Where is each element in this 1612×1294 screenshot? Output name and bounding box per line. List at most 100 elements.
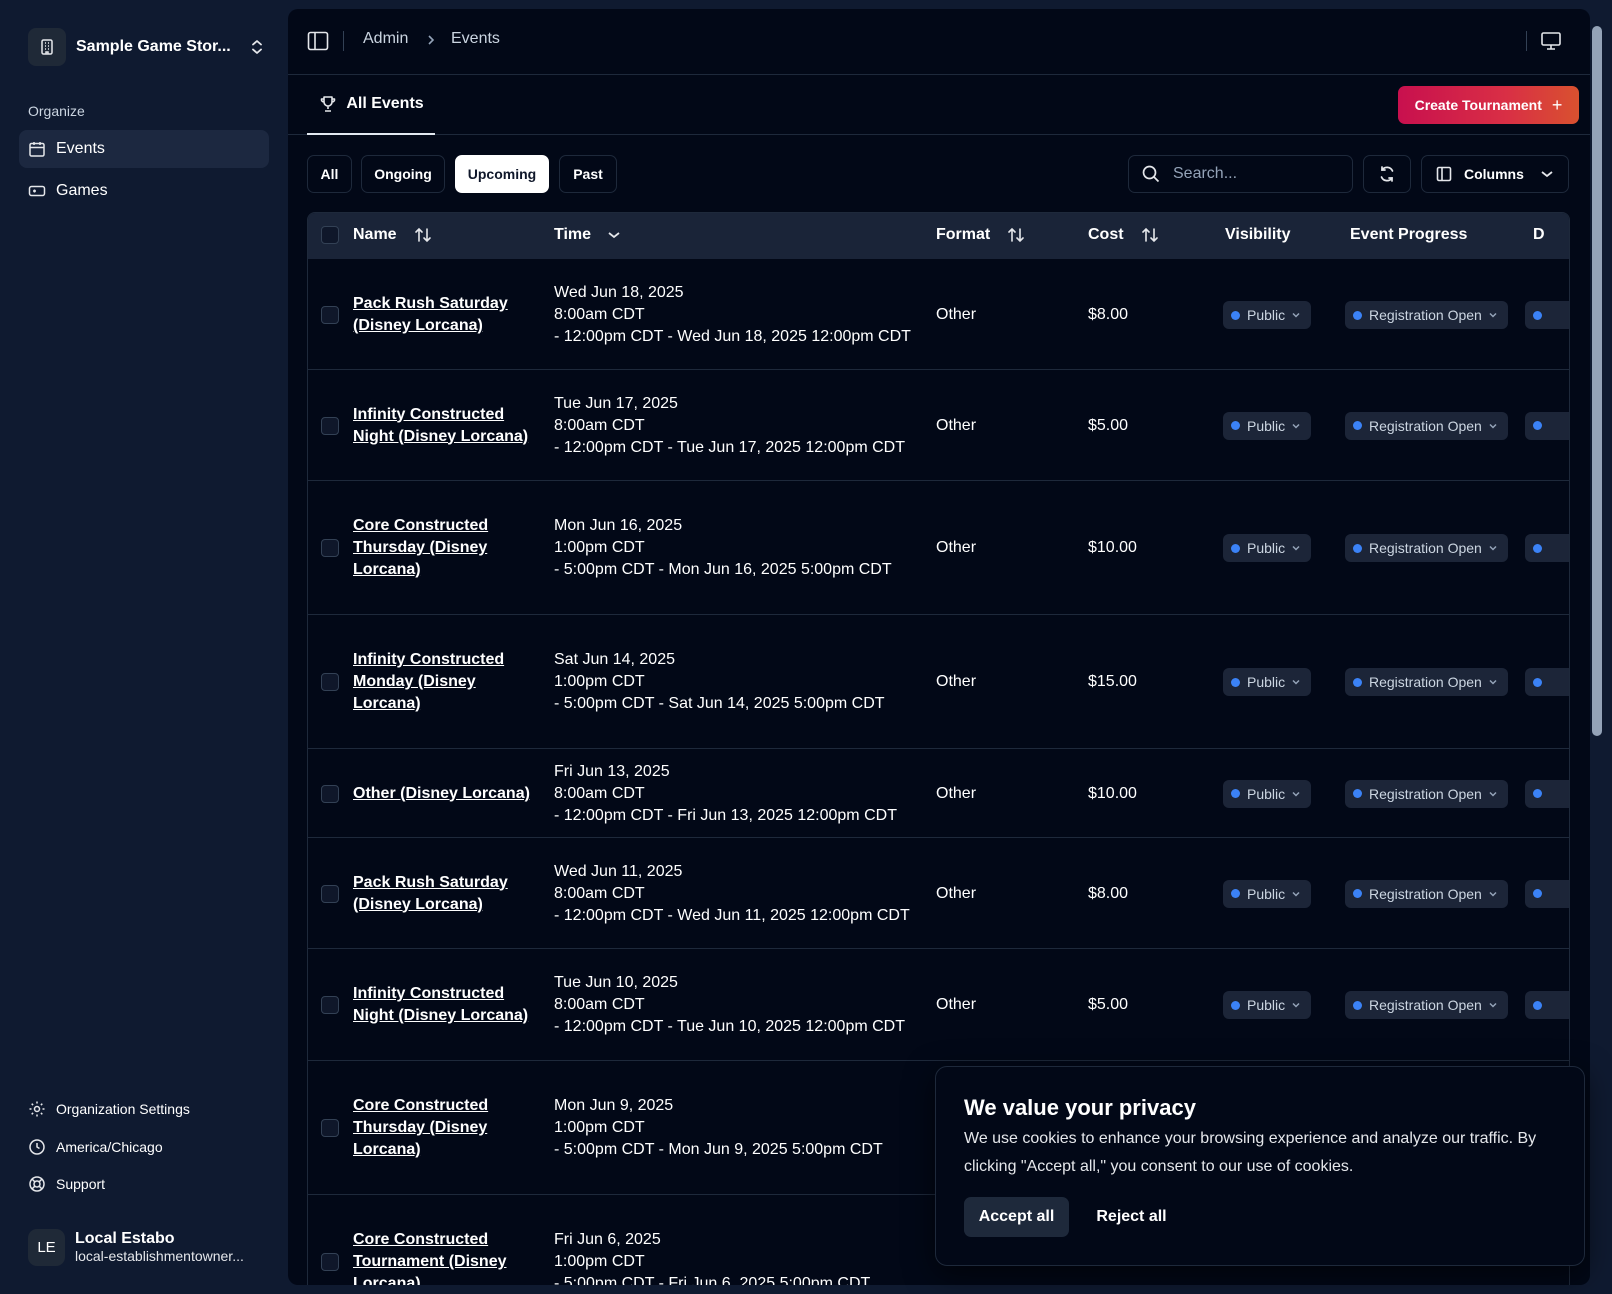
row-checkbox[interactable]	[321, 1119, 339, 1137]
visibility-dropdown[interactable]: Public	[1223, 991, 1311, 1019]
event-progress-dropdown[interactable]: Registration Open	[1345, 991, 1508, 1019]
visibility-dropdown-label: Public	[1247, 417, 1286, 434]
event-time: Tue Jun 17, 2025 8:00am CDT - 12:00pm CDT …	[554, 393, 924, 459]
status-dot-icon	[1533, 677, 1542, 687]
event-time: Sat Jun 14, 2025 1:00pm CDT - 5:00pm CDT -…	[554, 649, 924, 715]
table-row: Pack Rush Saturday (Disney Lorcana) Wed J…	[308, 838, 1569, 949]
chevron-down-icon	[1291, 790, 1301, 798]
event-name-link[interactable]: Pack Rush Saturday (Disney Lorcana)	[353, 293, 533, 337]
row-checkbox[interactable]	[321, 306, 339, 324]
status-dot-icon	[1231, 789, 1240, 798]
sidebar: Sample Game Stor... Organize Events Game…	[0, 0, 288, 1294]
visibility-dropdown[interactable]: Public	[1223, 411, 1311, 440]
event-time-line: Mon Jun 16, 2025	[554, 517, 683, 534]
truncated-column-pill[interactable]	[1525, 411, 1569, 440]
scrollbar-thumb[interactable]	[1592, 26, 1602, 736]
event-progress-dropdown-label: Registration Open	[1369, 785, 1482, 802]
user-email: local-establishmentowner...	[75, 1248, 244, 1264]
event-name-link[interactable]: Infinity Constructed Night (Disney Lorca…	[353, 404, 533, 448]
truncated-column-pill[interactable]	[1525, 991, 1569, 1019]
status-dot-icon	[1533, 889, 1542, 898]
event-cost: $8.00	[1088, 884, 1129, 902]
reject-all-button[interactable]: Reject all	[1079, 1197, 1184, 1237]
event-time-line: 8:00am CDT	[554, 784, 645, 802]
sidebar-link-label: America/Chicago	[56, 1139, 163, 1155]
truncated-column-pill[interactable]	[1525, 534, 1569, 562]
filter-upcoming-button[interactable]: Upcoming	[455, 155, 549, 193]
column-header-label: Time	[554, 226, 592, 243]
user-name: Local Estabo	[75, 1230, 175, 1247]
event-format: Other	[936, 416, 977, 434]
event-time-line: Fri Jun 6, 2025	[554, 1231, 661, 1248]
row-checkbox[interactable]	[321, 1253, 339, 1271]
column-header-time[interactable]: Time	[554, 226, 621, 244]
top-bar: Admin Events	[288, 9, 1590, 75]
event-time-line: - 12:00pm CDT - Wed Jun 18, 2025 12:00pm…	[554, 328, 911, 345]
event-time-line: 1:00pm CDT	[554, 539, 645, 556]
row-checkbox[interactable]	[321, 996, 339, 1014]
event-cost: $10.00	[1088, 539, 1137, 556]
user-menu[interactable]: LE Local Estabo local-establishmentowner…	[28, 1227, 268, 1267]
visibility-dropdown[interactable]: Public	[1223, 534, 1311, 562]
event-progress-dropdown[interactable]: Registration Open	[1345, 779, 1508, 808]
row-checkbox[interactable]	[321, 673, 339, 691]
event-time-line: - 12:00pm CDT - Tue Jun 17, 2025 12:00pm…	[554, 438, 905, 456]
truncated-column-pill[interactable]	[1525, 301, 1569, 329]
chevron-down-icon	[1291, 311, 1301, 319]
filter-all-button[interactable]: All	[307, 155, 352, 193]
event-name-link[interactable]: Core Constructed Tournament (Disney Lorc…	[353, 1229, 533, 1285]
row-checkbox[interactable]	[321, 539, 339, 557]
truncated-column-pill[interactable]	[1525, 879, 1569, 908]
event-progress-dropdown[interactable]: Registration Open	[1345, 411, 1508, 440]
search-box	[1128, 155, 1353, 193]
create-tournament-button[interactable]: Create Tournament +	[1398, 86, 1579, 124]
sidebar-toggle-icon[interactable]	[307, 31, 329, 51]
filter-ongoing-button[interactable]: Ongoing	[361, 155, 445, 193]
event-name-link[interactable]: Infinity Constructed Monday (Disney Lorc…	[353, 649, 533, 715]
visibility-dropdown[interactable]: Public	[1223, 668, 1311, 696]
event-name-link[interactable]: Pack Rush Saturday (Disney Lorcana)	[353, 872, 533, 916]
visibility-dropdown[interactable]: Public	[1223, 779, 1311, 808]
column-header-label: Format	[936, 226, 991, 243]
visibility-dropdown[interactable]: Public	[1223, 301, 1311, 329]
refresh-button[interactable]	[1363, 155, 1411, 193]
event-progress-dropdown[interactable]: Registration Open	[1345, 879, 1508, 908]
event-name-link[interactable]: Infinity Constructed Night (Disney Lorca…	[353, 983, 533, 1027]
row-checkbox[interactable]	[321, 884, 339, 903]
event-progress-dropdown[interactable]: Registration Open	[1345, 668, 1508, 696]
column-header-visibility: Visibility	[1225, 226, 1291, 243]
sidebar-link-support[interactable]: Support	[28, 1173, 105, 1195]
accept-all-button[interactable]: Accept all	[964, 1197, 1069, 1237]
create-tournament-label: Create Tournament	[1414, 97, 1542, 113]
organization-switcher[interactable]: Sample Game Stor...	[28, 28, 266, 66]
event-cost: $15.00	[1088, 673, 1137, 690]
columns-button[interactable]: Columns	[1421, 155, 1569, 193]
column-header-cost[interactable]: Cost	[1088, 226, 1160, 244]
column-header-name[interactable]: Name	[353, 226, 433, 244]
breadcrumb-admin[interactable]: Admin	[363, 30, 408, 48]
select-all-checkbox[interactable]	[321, 226, 339, 244]
event-progress-dropdown[interactable]: Registration Open	[1345, 301, 1508, 329]
building-icon	[28, 28, 66, 66]
truncated-column-pill[interactable]	[1525, 668, 1569, 696]
event-name-link[interactable]: Other (Disney Lorcana)	[353, 783, 533, 805]
sidebar-link-organization-settings[interactable]: Organization Settings	[28, 1098, 190, 1120]
visibility-dropdown[interactable]: Public	[1223, 879, 1311, 908]
event-format: Other	[936, 673, 977, 690]
sidebar-item-games[interactable]: Games	[19, 172, 269, 210]
event-progress-dropdown[interactable]: Registration Open	[1345, 534, 1508, 562]
search-input[interactable]	[1173, 165, 1333, 183]
truncated-column-pill[interactable]	[1525, 779, 1569, 808]
row-checkbox[interactable]	[321, 416, 339, 435]
chevron-down-icon	[1488, 1001, 1498, 1009]
sidebar-item-events[interactable]: Events	[19, 130, 269, 168]
event-name-link[interactable]: Core Constructed Thursday (Disney Lorcan…	[353, 515, 533, 581]
column-header-format[interactable]: Format	[936, 226, 1026, 244]
tab-all-events[interactable]: All Events	[307, 75, 435, 135]
filter-past-button[interactable]: Past	[559, 155, 617, 193]
chevron-down-icon	[1488, 544, 1498, 552]
sidebar-link-timezone[interactable]: America/Chicago	[28, 1136, 163, 1158]
row-checkbox[interactable]	[321, 784, 339, 803]
event-name-link[interactable]: Core Constructed Thursday (Disney Lorcan…	[353, 1095, 533, 1161]
monitor-icon[interactable]	[1540, 30, 1562, 52]
